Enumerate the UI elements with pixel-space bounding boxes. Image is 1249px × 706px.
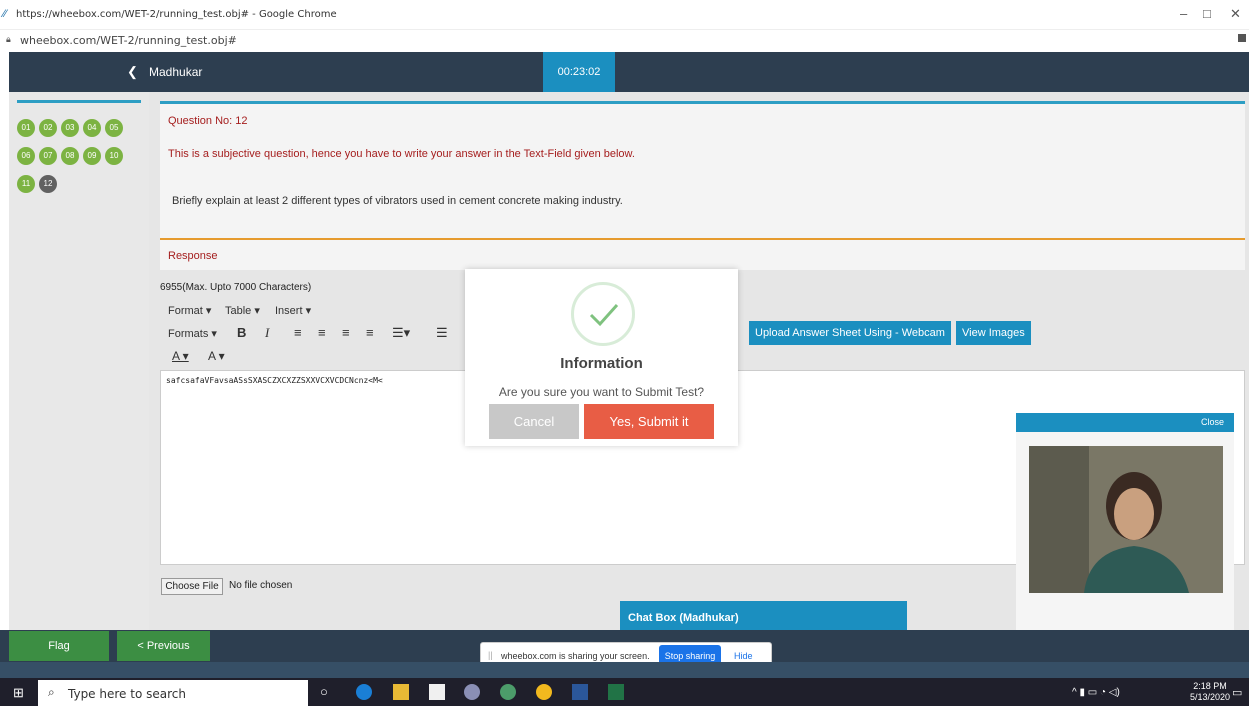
cancel-button[interactable]: Cancel <box>489 404 579 439</box>
close-window-icon[interactable]: ✕ <box>1230 6 1241 22</box>
browser-title-bar: ⁄⁄ https://wheebox.com/WET-2/running_tes… <box>0 0 1249 30</box>
window-title: https://wheebox.com/WET-2/running_test.o… <box>16 9 337 20</box>
maximize-icon[interactable]: □ <box>1203 6 1211 21</box>
url-text: wheebox.com/WET-2/running_test.obj# <box>20 34 237 47</box>
dialog-message: Are you sure you want to Submit Test? <box>498 385 705 399</box>
check-icon <box>571 282 635 346</box>
lock-icon: 🔒︎ <box>6 34 11 44</box>
extension-icon[interactable] <box>1238 34 1246 42</box>
address-bar[interactable]: 🔒︎ wheebox.com/WET-2/running_test.obj# <box>0 30 1249 52</box>
minimize-icon[interactable]: – <box>1180 6 1187 21</box>
submit-confirm-button[interactable]: Yes, Submit it <box>584 404 714 439</box>
dialog-title: Information <box>560 355 643 372</box>
chrome-favicon-icon: ⁄⁄ <box>3 8 7 20</box>
